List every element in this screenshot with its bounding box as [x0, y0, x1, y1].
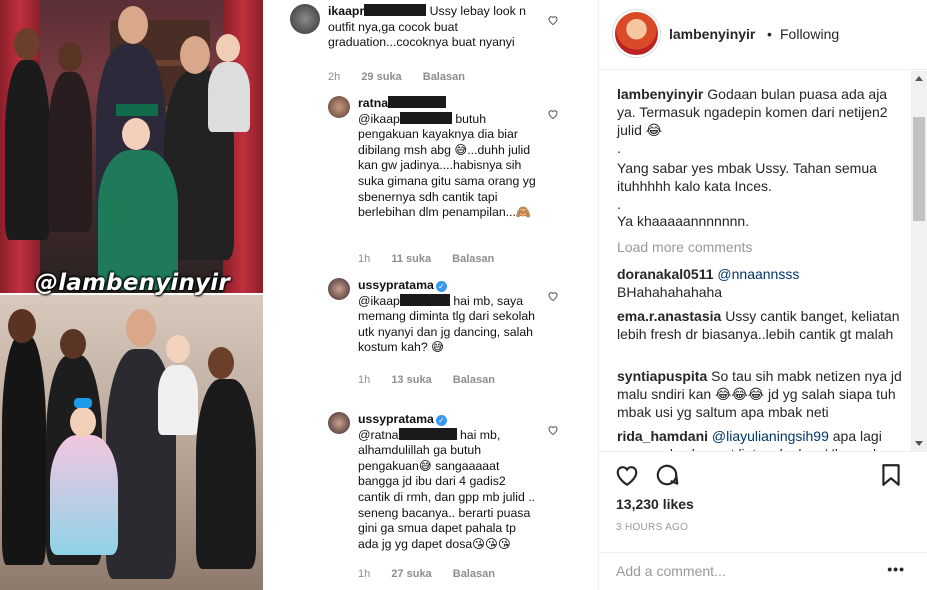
- avatar: [328, 278, 350, 300]
- reply-link: Balasan: [452, 253, 495, 265]
- caption-dot: .: [617, 140, 621, 156]
- comment-likes: 11 suka: [391, 253, 432, 265]
- comment-likes: 13 suka: [391, 374, 432, 386]
- comment-likes: 27 suka: [391, 568, 432, 580]
- following-button[interactable]: Following: [780, 26, 839, 42]
- post-header: lambenyinyir • Following: [599, 0, 927, 70]
- comment-item: syntiapuspita So tau sih mabk netizen ny…: [617, 367, 907, 421]
- family-photo-bottom: [0, 295, 263, 590]
- family-photo-top: [0, 0, 263, 293]
- comment-mention: @ikaap: [358, 111, 400, 126]
- likes-count[interactable]: 13,230 likes: [616, 496, 694, 512]
- add-comment-bar: •••: [598, 552, 927, 590]
- comment-item: ema.r.anastasia Ussy cantik banget, keli…: [617, 307, 907, 343]
- scroll-up-arrow-icon[interactable]: [911, 71, 927, 87]
- post-actions: 13,230 likes 3 HOURS AGO •••: [598, 451, 927, 590]
- comment-item: doranakal0511 @nnaannsss BHahahahahaha: [617, 265, 907, 301]
- comments-scrollbar[interactable]: [911, 71, 927, 451]
- comment-icon[interactable]: [654, 462, 680, 488]
- comment-username: ikaapr: [328, 4, 365, 18]
- reply-link: Balasan: [452, 374, 495, 386]
- comment-username: ussypratama: [358, 278, 434, 292]
- heart-icon[interactable]: [547, 14, 559, 26]
- profile-avatar[interactable]: [613, 10, 660, 57]
- post-time: 3 HOURS AGO: [616, 522, 689, 533]
- comment-text: hai mb, alhamdulillah ga butuh pengakuan…: [358, 427, 536, 551]
- reply-link: Balasan: [452, 568, 495, 580]
- heart-icon[interactable]: [614, 462, 640, 488]
- caption-dot: .: [617, 196, 621, 212]
- comment-mention[interactable]: @liayulianingsih99: [712, 428, 829, 444]
- watermark-text: @lambenyinyir: [35, 270, 230, 296]
- comment-time: 1h: [358, 253, 371, 265]
- comment-username[interactable]: syntiapuspita: [617, 368, 707, 384]
- caption-text: Ya khaaaaannnnnnn.: [617, 213, 750, 229]
- heart-icon[interactable]: [547, 290, 559, 302]
- heart-icon[interactable]: [547, 108, 559, 120]
- verified-icon: ✓: [435, 281, 447, 292]
- comment-username[interactable]: doranakal0511: [617, 266, 714, 282]
- avatar: [328, 412, 350, 434]
- caption: lambenyinyir Godaan bulan puasa ada aja …: [617, 85, 907, 139]
- comment-likes: 29 suka: [361, 71, 402, 83]
- comment-username: ratna: [358, 96, 389, 110]
- comment-mention: @ratna: [358, 427, 399, 442]
- header-separator: •: [767, 26, 772, 42]
- heart-icon[interactable]: [547, 424, 559, 436]
- header-username[interactable]: lambenyinyir: [669, 26, 755, 42]
- comment-mention[interactable]: @nnaannsss: [717, 266, 799, 282]
- add-comment-input[interactable]: [616, 561, 876, 581]
- caption-text: Yang sabar yes mbak Ussy. Tahan semua it…: [617, 160, 877, 194]
- avatar: [328, 96, 350, 118]
- comment-username: ussypratama: [358, 412, 434, 426]
- scroll-down-arrow-icon[interactable]: [911, 435, 927, 451]
- verified-icon: ✓: [435, 415, 447, 426]
- avatar: [290, 4, 320, 34]
- comment-text: butuh pengakuan kayaknya dia biar dibila…: [358, 111, 536, 220]
- caption-username[interactable]: lambenyinyir: [617, 86, 703, 102]
- load-more-comments-button[interactable]: Load more comments: [617, 239, 752, 255]
- comment-time: 2h: [328, 71, 341, 83]
- comment-username[interactable]: rida_hamdani: [617, 428, 708, 444]
- scrollbar-thumb[interactable]: [913, 117, 925, 221]
- comments-list: lambenyinyir Godaan bulan puasa ada aja …: [599, 71, 911, 451]
- more-options-icon[interactable]: •••: [887, 561, 905, 577]
- comment-screenshot: ikaapr Ussy lebay look n outfit nya,ga c…: [282, 0, 577, 590]
- comment-text: BHahahahahaha: [617, 284, 723, 300]
- post-image[interactable]: @lambenyinyir ikaapr Ussy lebay look n o…: [0, 0, 577, 590]
- comment-time: 1h: [358, 568, 371, 580]
- comment-username[interactable]: ema.r.anastasia: [617, 308, 721, 324]
- reply-link: Balasan: [422, 71, 465, 83]
- comment-item: rida_hamdani @liayulianingsih99 apa lagi…: [617, 427, 907, 451]
- bookmark-icon[interactable]: [878, 462, 904, 488]
- comment-time: 1h: [358, 374, 371, 386]
- comment-mention: @ikaap: [358, 293, 400, 308]
